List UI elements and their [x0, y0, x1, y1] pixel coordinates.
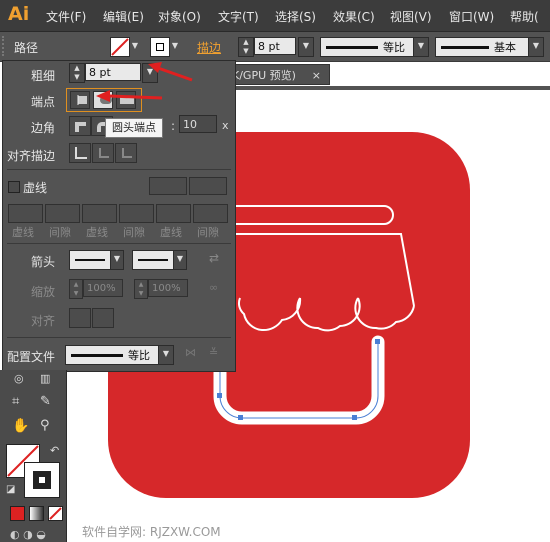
dash-input[interactable] — [82, 204, 117, 223]
arrowhead-icon — [148, 62, 162, 73]
none-mode-button[interactable] — [48, 506, 63, 521]
anchor-point[interactable] — [375, 339, 380, 344]
limit-label: : — [171, 119, 176, 133]
anchor-point[interactable] — [238, 415, 243, 420]
align-arrow-label: 对齐 — [31, 314, 56, 328]
flip-horizontal-icon[interactable]: ⋈ — [185, 346, 196, 359]
dash-caption: 虚线 — [12, 226, 34, 239]
dash-caption: 虚线 — [86, 226, 108, 239]
divider — [7, 169, 231, 170]
red-arrow-cap — [109, 94, 163, 100]
flip-vertical-icon[interactable]: ≚ — [209, 346, 218, 359]
default-colors-icon[interactable]: ◪ — [6, 484, 15, 495]
watermark: 软件自学网: RJZXW.COM — [82, 525, 221, 539]
swap-arrow-icon[interactable]: ⇄ — [209, 251, 219, 265]
anchor-point[interactable] — [352, 415, 357, 420]
tools-panel: ◎ ▥ ⌗ ✎ ✋ ⚲ ↶ ◪ ◐ ◑ ◒ — [0, 370, 67, 542]
gap-input[interactable] — [119, 204, 154, 223]
gap-input[interactable] — [193, 204, 228, 223]
artboard-tool-icon[interactable]: ⌗ — [12, 394, 30, 410]
swap-fill-stroke-icon[interactable]: ↶ — [50, 444, 59, 457]
scale-label: 缩放 — [31, 285, 56, 299]
graph-tool-icon[interactable]: ▥ — [40, 372, 58, 388]
align-center-button[interactable] — [69, 143, 91, 163]
tooltip: 圆头端点 — [105, 118, 163, 138]
scale-stepper[interactable]: ▲ ▼ — [134, 279, 148, 299]
divider — [7, 243, 231, 244]
dashed-label: 虚线 — [23, 181, 48, 195]
zoom-tool-icon[interactable]: ⚲ — [40, 418, 58, 434]
gap-input[interactable] — [45, 204, 80, 223]
end-scale-input[interactable]: 100% — [148, 279, 188, 297]
divider — [7, 337, 231, 338]
anchor-point[interactable] — [217, 393, 222, 398]
chevron-down-icon[interactable]: ▼ — [158, 345, 174, 365]
gradient-mode-button[interactable] — [29, 506, 44, 521]
arrow-place-button[interactable] — [92, 308, 114, 328]
align-stroke-label: 对齐描边 — [7, 149, 56, 163]
stroke-indicator[interactable] — [24, 462, 60, 498]
color-mode-button[interactable] — [10, 506, 25, 521]
hand-tool-icon[interactable]: ✋ — [12, 418, 30, 434]
align-inside-button[interactable] — [92, 143, 114, 163]
align-outside-icon — [122, 148, 132, 158]
align-inside-icon — [99, 148, 109, 158]
rotate-tool-icon[interactable]: ◎ — [14, 372, 32, 388]
dash-input[interactable] — [156, 204, 191, 223]
chevron-down-icon[interactable]: ▼ — [110, 250, 124, 270]
align-outside-button[interactable] — [115, 143, 137, 163]
dash-fields — [8, 204, 230, 223]
draw-mode-icon[interactable]: ◐ ◑ ◒ — [10, 528, 46, 541]
gap-caption: 间隙 — [197, 226, 219, 239]
start-scale-input[interactable]: 100% — [83, 279, 123, 297]
dash-preserve-button[interactable] — [149, 177, 187, 195]
gap-caption: 间隙 — [123, 226, 145, 239]
red-arrow-weight — [157, 66, 193, 82]
arrowhead-icon — [96, 90, 110, 102]
dash-align-button[interactable] — [189, 177, 227, 195]
arrow-tip-button[interactable] — [69, 308, 91, 328]
dashed-checkbox[interactable] — [8, 181, 20, 193]
end-arrowhead-select[interactable] — [132, 250, 174, 270]
slice-tool-icon[interactable]: ✎ — [40, 394, 58, 410]
start-arrowhead-select[interactable] — [69, 250, 111, 270]
chevron-down-icon[interactable]: ▼ — [173, 250, 187, 270]
scale-stepper[interactable]: ▲ ▼ — [69, 279, 83, 299]
corner-label: 边角 — [31, 121, 56, 135]
dash-caption: 虚线 — [160, 226, 182, 239]
align-center-icon — [75, 147, 87, 159]
arrowhead-label: 箭头 — [31, 255, 56, 269]
profile-select[interactable]: 等比 — [65, 345, 159, 365]
profile-label: 配置文件 — [7, 350, 56, 364]
annotation-arrows — [96, 62, 193, 102]
none-slash-icon — [49, 507, 62, 520]
dash-input[interactable] — [8, 204, 43, 223]
gap-caption: 间隙 — [49, 226, 71, 239]
link-icon[interactable]: ∞ — [209, 281, 218, 294]
limit-suffix: x — [222, 119, 229, 132]
